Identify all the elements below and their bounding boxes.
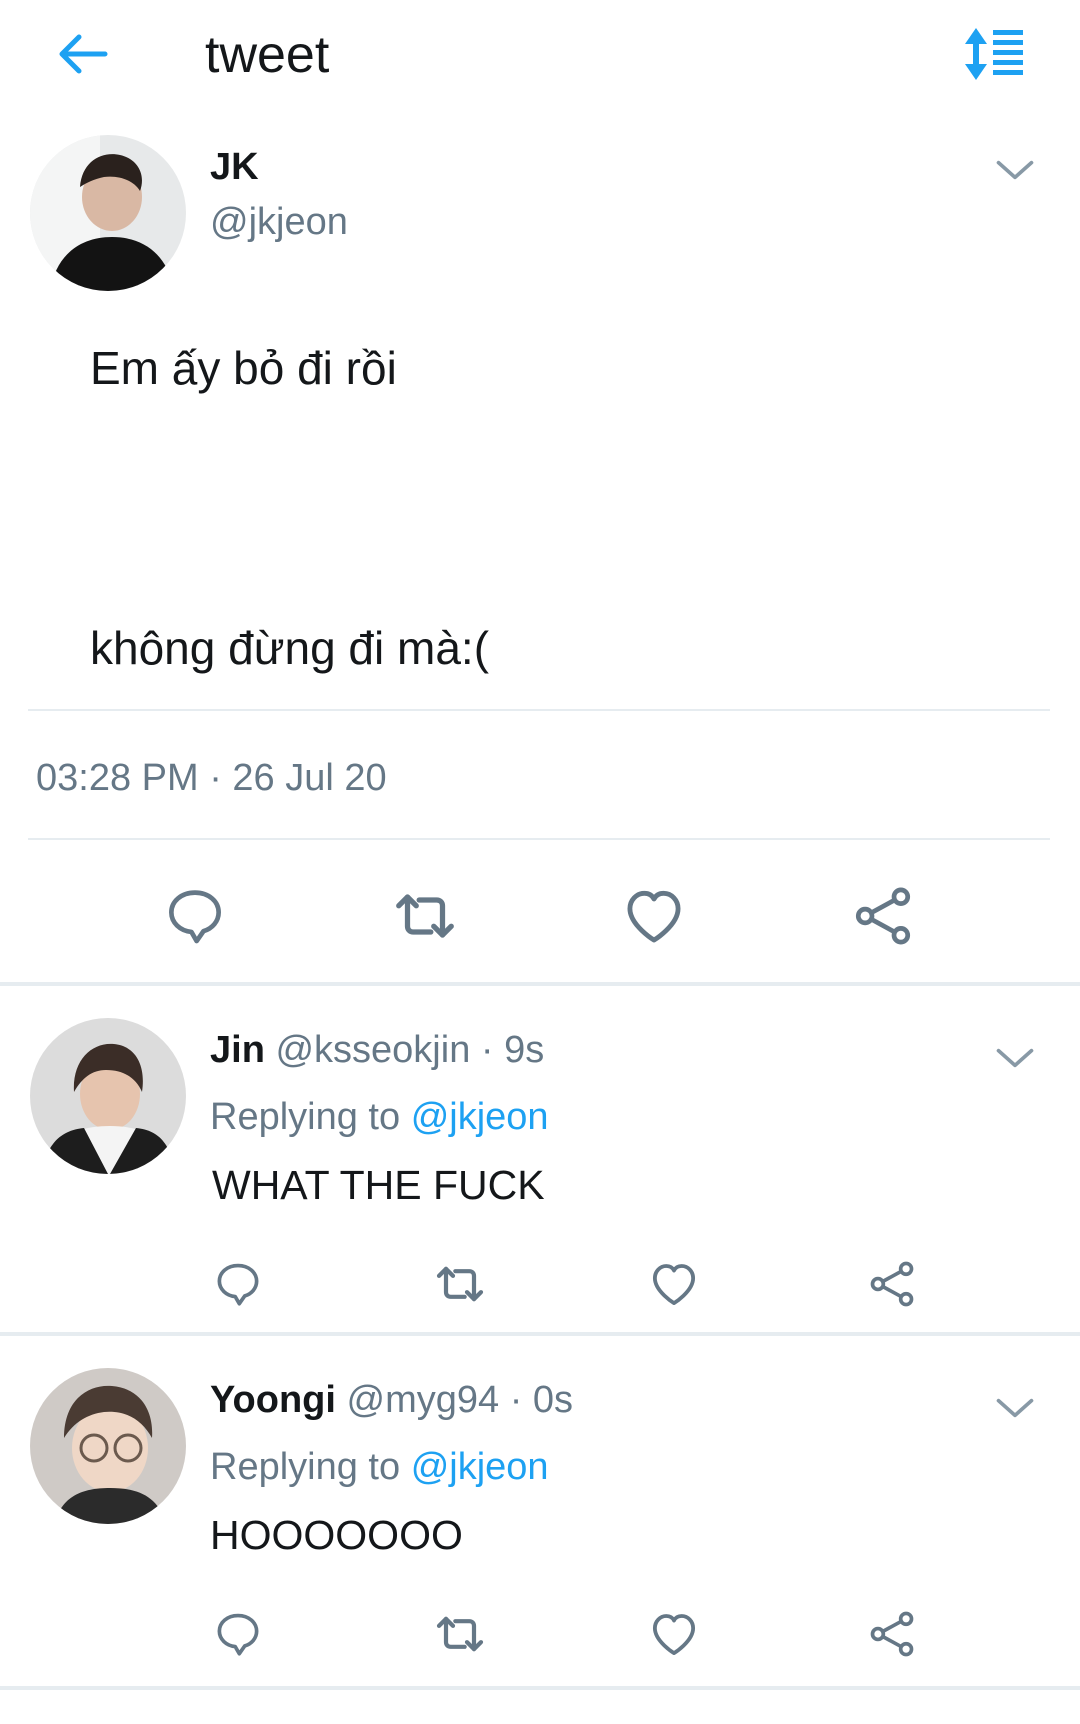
like-button[interactable] bbox=[642, 1254, 706, 1314]
divider bbox=[28, 838, 1050, 840]
divider bbox=[28, 709, 1050, 711]
replying-to: Replying to @jkjeon bbox=[210, 1094, 549, 1140]
reply-author-handle[interactable]: @myg94 bbox=[347, 1379, 500, 1421]
reply-icon bbox=[212, 1608, 264, 1660]
retweet-icon bbox=[432, 1606, 488, 1662]
chevron-down-icon bbox=[993, 1393, 1037, 1423]
chevron-down-icon bbox=[993, 155, 1037, 185]
author-handle[interactable]: @jkjeon bbox=[210, 200, 348, 244]
reply-author-name[interactable]: Jin bbox=[210, 1029, 265, 1071]
section-separator bbox=[0, 1332, 1080, 1336]
reply-menu-button[interactable] bbox=[987, 1388, 1043, 1428]
avatar[interactable] bbox=[30, 135, 186, 291]
retweet-icon bbox=[432, 1256, 488, 1312]
share-button[interactable] bbox=[845, 878, 921, 954]
reply-icon bbox=[162, 883, 228, 949]
like-button[interactable] bbox=[614, 880, 694, 952]
page-title: tweet bbox=[205, 26, 330, 84]
replying-to: Replying to @jkjeon bbox=[210, 1444, 549, 1490]
reply-author-handle[interactable]: @ksseokjin bbox=[275, 1029, 470, 1071]
avatar[interactable] bbox=[30, 1368, 186, 1524]
reply-text: HOOOOOOO bbox=[210, 1512, 463, 1558]
replying-to-prefix: Replying to bbox=[210, 1096, 401, 1138]
reply-button[interactable] bbox=[155, 880, 235, 952]
tweet-text-line-2: không đừng đi mà:( bbox=[90, 622, 490, 674]
replying-to-prefix: Replying to bbox=[210, 1446, 401, 1488]
reply-author-name[interactable]: Yoongi bbox=[210, 1379, 336, 1421]
reply-time: · 0s bbox=[509, 1379, 574, 1421]
tweet-timestamp: 03:28 PM · 26 Jul 20 bbox=[36, 757, 387, 799]
like-icon bbox=[647, 1607, 701, 1661]
tweet-text-line-1: Em ấy bỏ đi rồi bbox=[90, 342, 397, 394]
avatar[interactable] bbox=[30, 1018, 186, 1174]
share-icon bbox=[866, 1608, 918, 1660]
chevron-down-icon bbox=[993, 1043, 1037, 1073]
reply-button[interactable] bbox=[206, 1254, 270, 1314]
like-icon bbox=[647, 1257, 701, 1311]
reply-button[interactable] bbox=[206, 1604, 270, 1664]
sort-button[interactable] bbox=[960, 24, 1030, 84]
retweet-button[interactable] bbox=[382, 880, 468, 952]
author-name[interactable]: JK bbox=[210, 145, 259, 189]
arrow-left-icon bbox=[55, 32, 111, 76]
replying-to-handle-link[interactable]: @jkjeon bbox=[411, 1096, 549, 1138]
back-button[interactable] bbox=[50, 24, 116, 84]
replying-to-handle-link[interactable]: @jkjeon bbox=[411, 1446, 549, 1488]
share-icon bbox=[866, 1258, 918, 1310]
section-separator bbox=[0, 982, 1080, 986]
sort-list-icon bbox=[960, 24, 1030, 84]
like-icon bbox=[620, 882, 688, 950]
share-icon bbox=[850, 883, 916, 949]
share-button[interactable] bbox=[860, 1254, 924, 1314]
retweet-button[interactable] bbox=[428, 1604, 492, 1664]
tweet-menu-button[interactable] bbox=[987, 150, 1043, 190]
section-separator bbox=[0, 1686, 1080, 1690]
reply-menu-button[interactable] bbox=[987, 1038, 1043, 1078]
reply-text: WHAT THE FUCK bbox=[212, 1162, 545, 1208]
retweet-icon bbox=[390, 881, 460, 951]
reply-icon bbox=[212, 1258, 264, 1310]
retweet-button[interactable] bbox=[428, 1254, 492, 1314]
reply-header: Yoongi @myg94 · 0s bbox=[210, 1377, 573, 1423]
like-button[interactable] bbox=[642, 1604, 706, 1664]
reply-time: · 9s bbox=[480, 1029, 545, 1071]
reply-header: Jin @ksseokjin · 9s bbox=[210, 1027, 544, 1073]
share-button[interactable] bbox=[860, 1604, 924, 1664]
